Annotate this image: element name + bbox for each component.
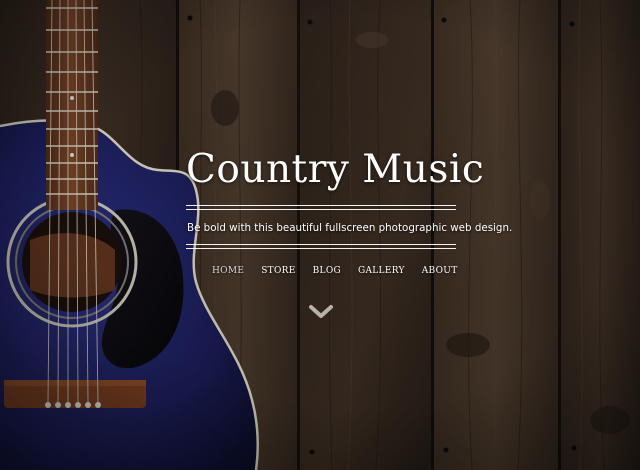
nav-store[interactable]: STORE	[261, 265, 295, 277]
title-divider-top	[186, 205, 456, 206]
tagline: Be bold with this beautiful fullscreen p…	[187, 222, 513, 234]
chevron-down-icon[interactable]	[308, 304, 334, 320]
nav-gallery[interactable]: GALLERY	[358, 265, 405, 277]
nav-about[interactable]: ABOUT	[422, 265, 458, 277]
nav-blog[interactable]: BLOG	[313, 265, 341, 277]
photo-overlay	[0, 0, 640, 470]
site-title: Country Music	[186, 147, 485, 192]
title-divider-top-double	[186, 209, 456, 210]
nav-home[interactable]: HOME	[212, 265, 244, 277]
tagline-divider-bottom	[186, 244, 456, 245]
tagline-divider-bottom-double	[186, 248, 456, 249]
hero-section: Country Music Be bold with this beautifu…	[0, 0, 640, 470]
main-nav: HOME STORE BLOG GALLERY ABOUT	[212, 265, 458, 277]
